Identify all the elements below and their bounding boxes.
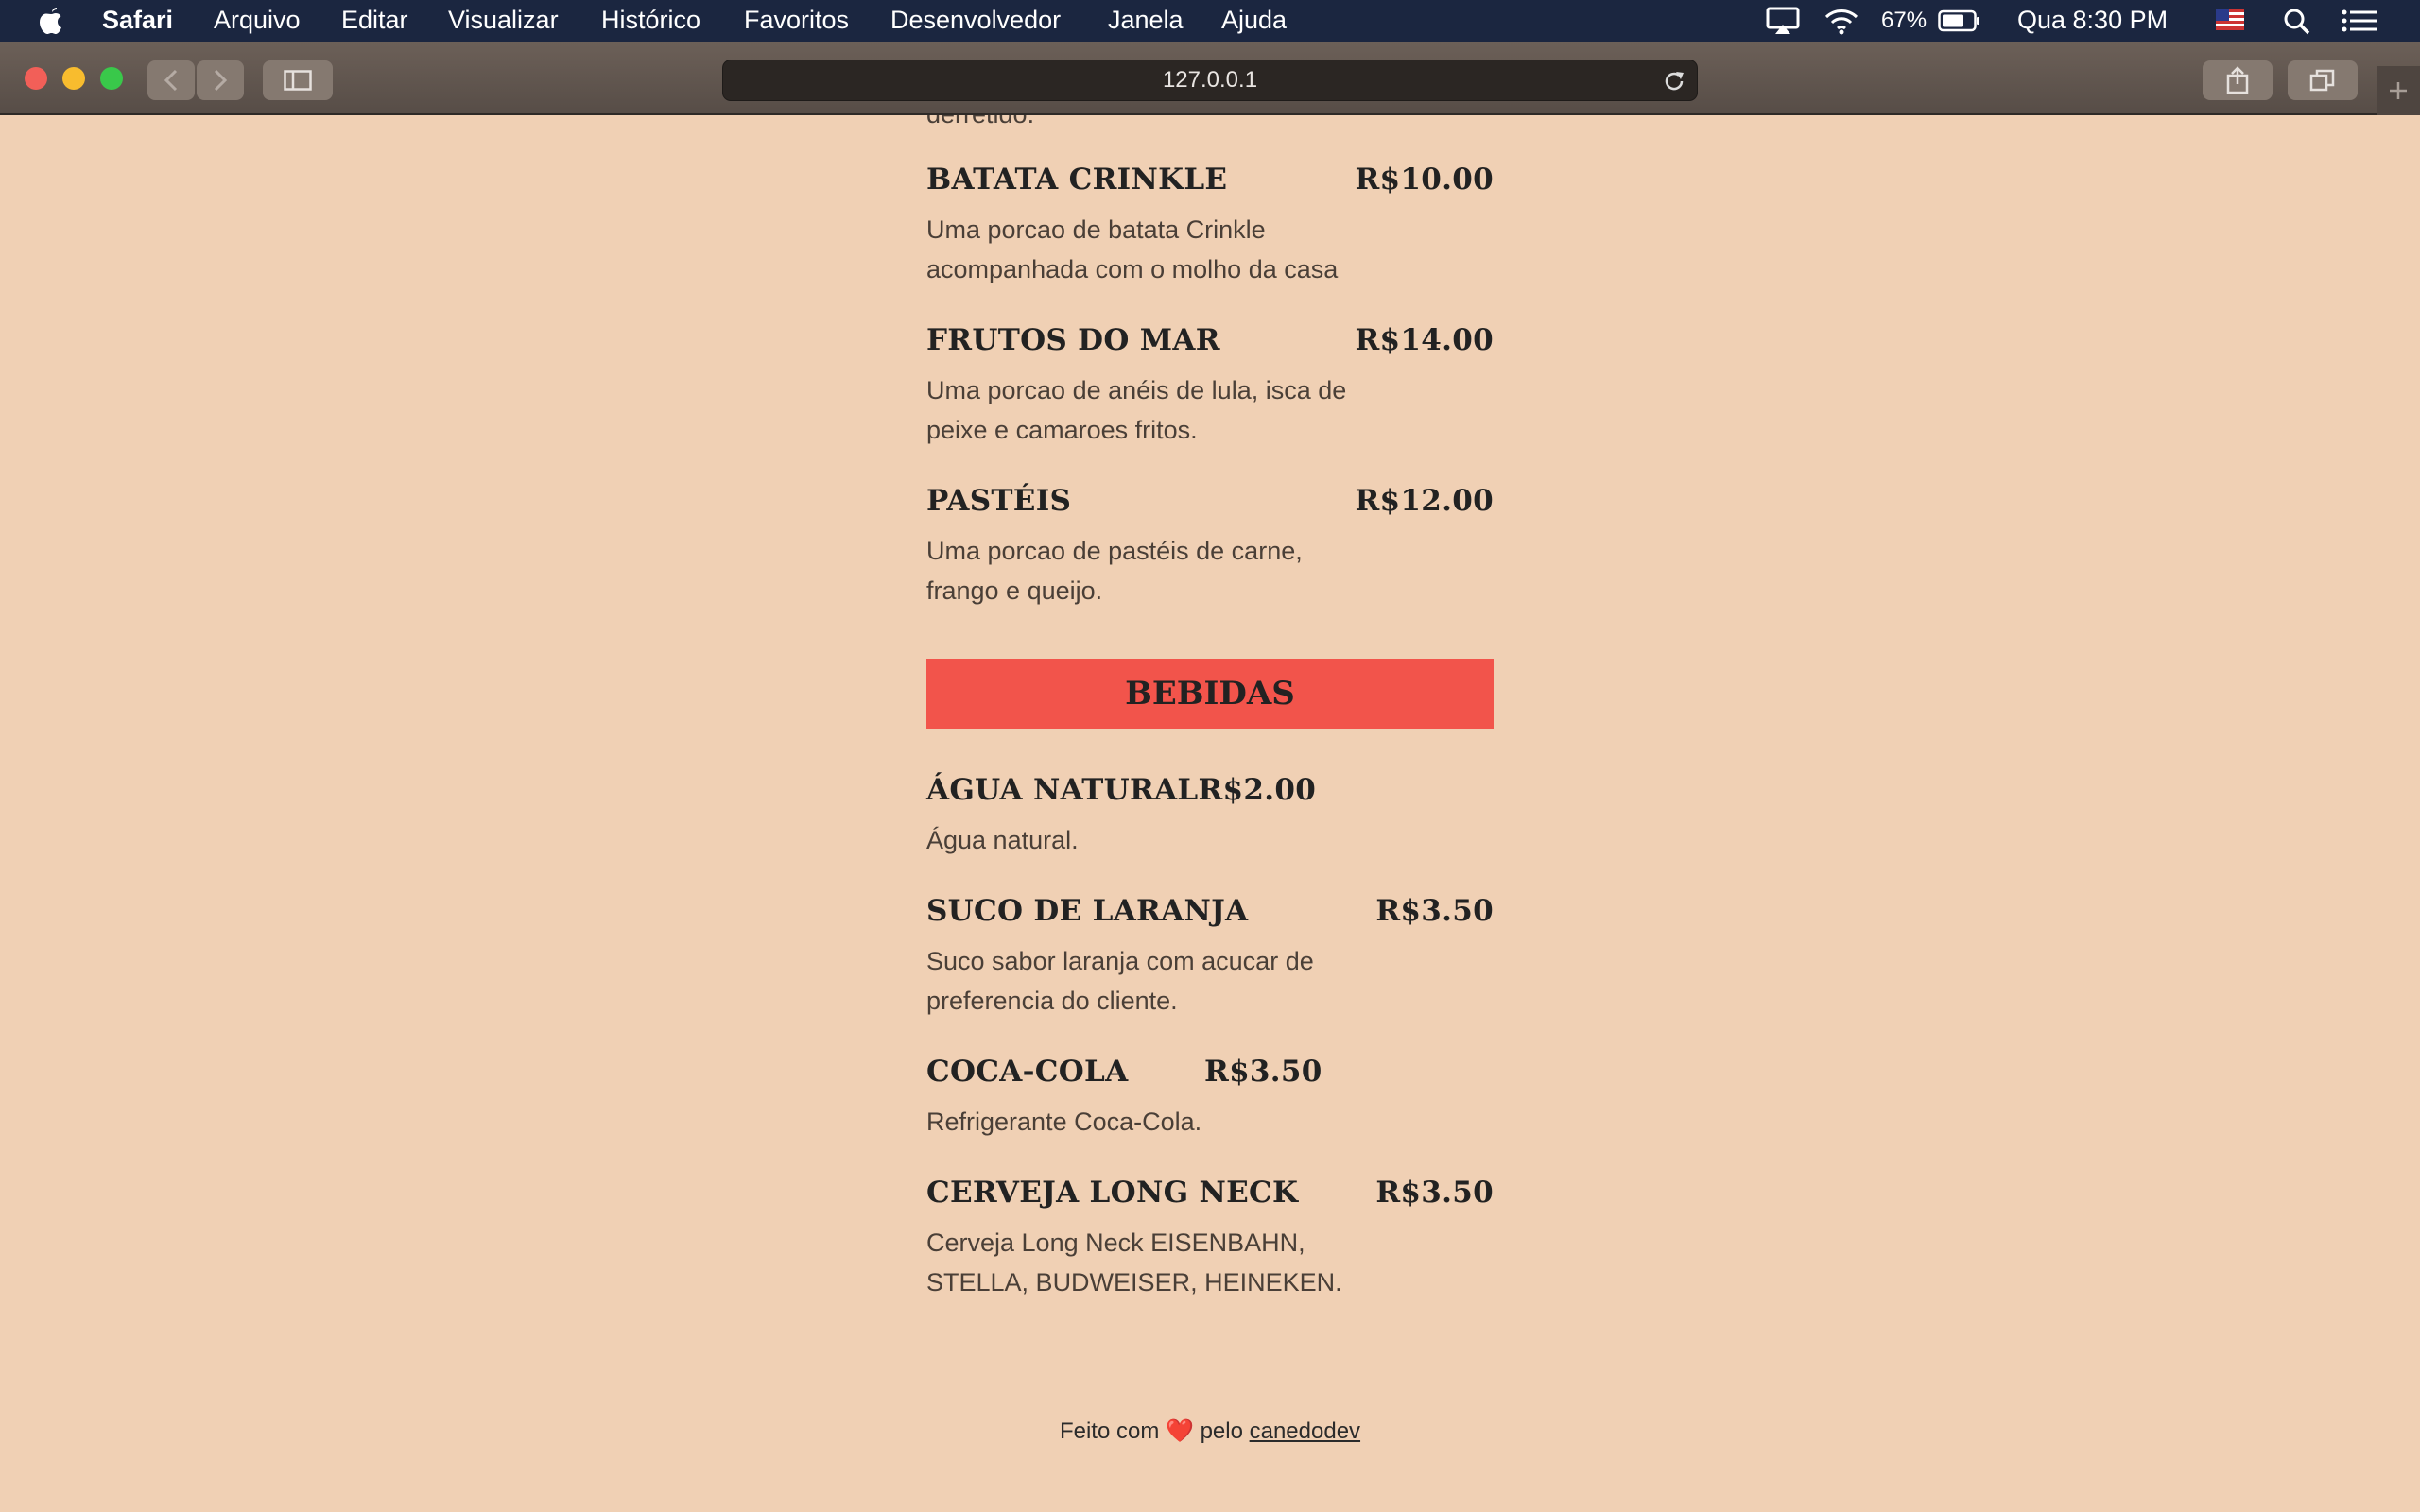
menu-favoritos[interactable]: Favoritos — [744, 6, 849, 35]
app-name[interactable]: Safari — [102, 6, 173, 35]
heart-icon: ❤️ — [1166, 1418, 1194, 1444]
item-price: R$14.00 — [1355, 323, 1494, 357]
item-name-text: ÁGUA NATURAL — [926, 773, 1199, 807]
menu-item: BATATA CRINKLE R$10.00 Uma porcao de bat… — [926, 163, 1494, 304]
item-description: Uma porcao de batata Crinkle acompanhada… — [926, 215, 1339, 284]
notification-center-icon[interactable] — [2341, 8, 2378, 34]
menu-ajuda[interactable]: Ajuda — [1221, 6, 1287, 35]
sidebar-icon — [284, 70, 312, 91]
item-description: Água natural. — [926, 826, 1079, 854]
item-description: Suco sabor laranja com acucar de prefere… — [926, 947, 1314, 1015]
item-price: R$3.50 — [1204, 1055, 1322, 1089]
author-link[interactable]: canedodev — [1250, 1418, 1360, 1444]
item-name: BATATA CRINKLE — [926, 163, 1228, 197]
menu-arquivo[interactable]: Arquivo — [214, 6, 301, 35]
menu-historico[interactable]: Histórico — [601, 6, 700, 35]
menu-item: PASTÉIS R$12.00 Uma porcao de pastéis de… — [926, 484, 1494, 626]
menu-editar[interactable]: Editar — [341, 6, 408, 35]
battery-icon[interactable] — [1938, 9, 1981, 32]
menu-item: COCA-COLA R$3.50 Refrigerante Coca-Cola. — [926, 1055, 1494, 1149]
item-name: CERVEJA LONG NECK — [926, 1176, 1299, 1210]
battery-percentage: 67% — [1881, 8, 1927, 33]
item-name: SUCO DE LARANJA — [926, 894, 1249, 928]
item-description: Cerveja Long Neck EISENBAHN, STELLA, BUD… — [926, 1228, 1342, 1297]
item-name: FRUTOS DO MAR — [926, 323, 1220, 357]
menu-desenvolvedor[interactable]: Desenvolvedor — [890, 6, 1061, 35]
menu-item: SUCO DE LARANJA R$3.50 Suco sabor laranj… — [926, 894, 1494, 1036]
menubar-clock[interactable]: Qua 8:30 PM — [2017, 6, 2168, 35]
browser-toolbar: 127.0.0.1 — [0, 42, 2420, 115]
plus-icon — [2390, 82, 2407, 99]
menu-visualizar[interactable]: Visualizar — [448, 6, 559, 35]
chevron-right-icon — [214, 69, 228, 92]
section-header-bebidas: BEBIDAS — [926, 659, 1494, 729]
zoom-window-button[interactable] — [100, 67, 123, 90]
us-flag-icon[interactable] — [2214, 6, 2246, 36]
footer-middle: pelo — [1200, 1418, 1243, 1444]
close-window-button[interactable] — [25, 67, 47, 90]
sidebar-toggle-button[interactable] — [263, 60, 333, 100]
item-name: ÁGUA NATURALR$2.00 — [926, 773, 1316, 807]
url-text: 127.0.0.1 — [1162, 67, 1258, 93]
spotlight-search-icon[interactable] — [2282, 8, 2312, 36]
chevron-left-icon — [164, 69, 178, 92]
item-price: R$3.50 — [1375, 1176, 1494, 1210]
minimize-window-button[interactable] — [62, 67, 85, 90]
menu-janela[interactable]: Janela — [1108, 6, 1184, 35]
menu-item: ÁGUA NATURALR$2.00 Água natural. — [926, 773, 1494, 868]
partial-description: derretido. — [926, 115, 1034, 134]
item-name: PASTÉIS — [926, 484, 1072, 518]
address-bar[interactable]: 127.0.0.1 — [722, 60, 1698, 101]
item-price: R$3.50 — [1375, 894, 1494, 928]
new-tab-button[interactable] — [2377, 66, 2420, 115]
item-price: R$2.00 — [1198, 773, 1317, 807]
airplay-icon[interactable] — [1766, 6, 1800, 36]
back-button[interactable] — [147, 60, 195, 100]
item-description: Uma porcao de anéis de lula, isca de pei… — [926, 376, 1347, 444]
web-page: derretido. BATATA CRINKLE R$10.00 Uma po… — [0, 115, 2420, 1512]
item-name: COCA-COLA — [926, 1055, 1129, 1089]
item-price: R$12.00 — [1355, 484, 1494, 518]
share-icon — [2226, 66, 2249, 94]
forward-button[interactable] — [197, 60, 244, 100]
reload-icon[interactable] — [1661, 68, 1687, 94]
menu-item: CERVEJA LONG NECK R$3.50 Cerveja Long Ne… — [926, 1176, 1494, 1317]
tabs-icon — [2309, 69, 2335, 92]
share-button[interactable] — [2203, 60, 2273, 100]
footer-prefix: Feito com — [1059, 1418, 1160, 1444]
wifi-icon[interactable] — [1823, 6, 1860, 36]
tabs-overview-button[interactable] — [2288, 60, 2358, 100]
apple-icon[interactable] — [36, 4, 66, 38]
menu-bar: Safari Arquivo Editar Visualizar Históri… — [0, 0, 2420, 42]
menu-item: FRUTOS DO MAR R$14.00 Uma porcao de anéi… — [926, 323, 1494, 465]
item-description: Refrigerante Coca-Cola. — [926, 1108, 1202, 1136]
footer: Feito com ❤️ pelo canedodev — [0, 1418, 2420, 1445]
item-description: Uma porcao de pastéis de carne, frango e… — [926, 537, 1303, 605]
item-price: R$10.00 — [1355, 163, 1494, 197]
